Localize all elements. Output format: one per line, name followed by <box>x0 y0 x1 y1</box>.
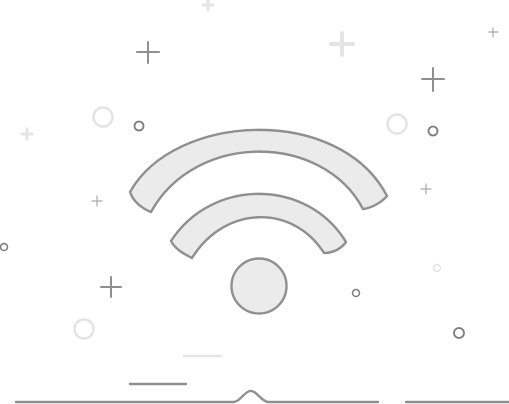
circle-sparkle-faint-right <box>386 113 408 135</box>
wifi-icon <box>128 128 389 315</box>
plus-sparkle-faint-left <box>20 127 34 141</box>
circle-sparkle-right <box>427 125 439 137</box>
circle-sparkle-bottom-right <box>453 327 465 339</box>
wifi-inner-arc <box>169 192 348 260</box>
plus-sparkle-top-left <box>136 41 160 64</box>
plus-sparkle-left-small <box>91 195 103 207</box>
ground-line <box>14 389 380 404</box>
no-connection-illustration <box>0 0 509 404</box>
circle-sparkle-top-left <box>133 120 145 132</box>
circle-sparkle-faint-small <box>432 263 442 273</box>
circle-sparkle-faint-bottom-left <box>73 318 95 340</box>
plus-sparkle-faint-top <box>201 0 215 12</box>
plus-sparkle-top-right-small <box>488 27 499 38</box>
plus-sparkle-bottom-left <box>100 276 122 298</box>
plus-sparkle-right <box>421 67 445 92</box>
plus-sparkle-faint-large <box>329 31 355 57</box>
wifi-dot <box>230 257 288 315</box>
circle-sparkle-left-edge <box>0 242 9 252</box>
plus-sparkle-right-small <box>420 183 432 195</box>
circle-sparkle-bottom-center <box>351 288 361 298</box>
circle-sparkle-faint-left <box>92 106 114 128</box>
